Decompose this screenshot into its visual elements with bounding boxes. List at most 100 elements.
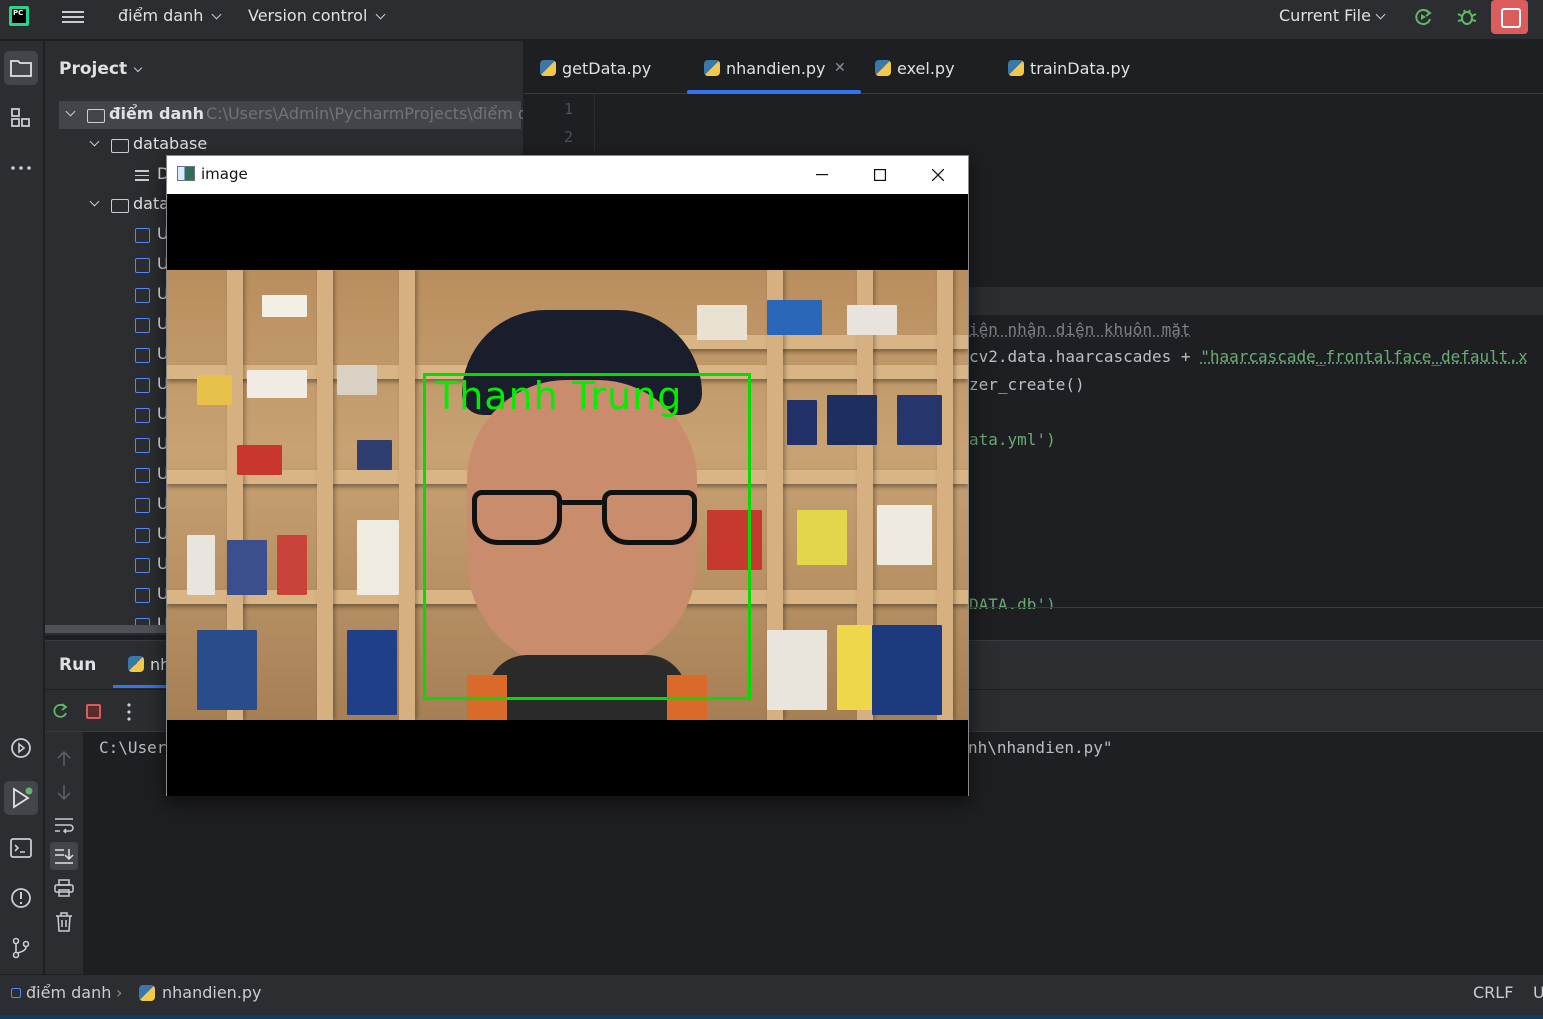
window-app-icon — [177, 166, 195, 181]
python-file-icon — [540, 60, 556, 76]
python-file-icon — [875, 60, 891, 76]
image-file-icon — [135, 438, 150, 453]
line-separator-widget[interactable]: CRLF — [1473, 983, 1513, 1002]
root-path: C:\Users\Admin\PycharmProjects\điểm d — [206, 104, 523, 123]
status-bar: điểm danh › nhandien.py CRLF U — [0, 974, 1543, 1018]
folder-icon — [111, 139, 129, 153]
vcs-label: Version control — [248, 6, 367, 25]
code-line[interactable]: zer_create() — [969, 375, 1085, 394]
stop-icon[interactable] — [86, 704, 101, 719]
image-file-icon — [135, 288, 150, 303]
rerun-icon[interactable] — [1412, 6, 1434, 28]
run-panel-title: Run — [59, 655, 96, 675]
console-output-left[interactable]: C:\User — [99, 738, 166, 757]
active-tab-indicator — [687, 90, 861, 94]
problems-icon — [9, 886, 33, 910]
minimize-button[interactable] — [793, 156, 851, 194]
image-file-icon — [135, 258, 150, 273]
face-detection-box — [423, 373, 751, 700]
breadcrumb-project[interactable]: điểm danh — [26, 983, 111, 1002]
structure-tool-button[interactable] — [4, 101, 38, 135]
code-line[interactable]: ata.yml') — [969, 430, 1056, 449]
code-line[interactable]: iện nhận diện khuôn mặt — [969, 320, 1191, 339]
run-tool-button[interactable] — [4, 781, 38, 815]
terminal-icon — [9, 836, 33, 860]
minimize-icon — [816, 174, 828, 176]
soft-wrap-icon[interactable] — [54, 816, 74, 834]
image-file-icon — [135, 558, 150, 573]
project-tool-button[interactable] — [4, 51, 38, 85]
tab-traindata[interactable]: trainData.py — [1008, 59, 1130, 78]
folder-icon — [111, 199, 129, 213]
image-file-icon — [135, 228, 150, 243]
root-name: điểm danh — [109, 104, 204, 123]
encoding-widget[interactable]: U — [1533, 983, 1543, 1002]
main-menu-icon[interactable] — [62, 8, 84, 26]
code-line[interactable]: cv2.data.haarcascades + "haarcascade_fro… — [969, 347, 1528, 366]
rerun-icon[interactable] — [50, 701, 70, 721]
image-file-icon — [135, 378, 150, 393]
status-bottom-border — [0, 1015, 1543, 1019]
tab-nhandien[interactable]: nhandien.py — [704, 59, 826, 78]
python-file-icon — [1008, 60, 1024, 76]
breadcrumb-file[interactable]: nhandien.py — [162, 983, 262, 1002]
more-vertical-icon[interactable] — [125, 702, 133, 722]
image-window-titlebar[interactable]: image — [167, 156, 968, 194]
terminal-tool-button[interactable] — [4, 831, 38, 865]
tab-exel[interactable]: exel.py — [875, 59, 955, 78]
tree-root[interactable]: điểm danh C:\Users\Admin\PycharmProjects… — [59, 101, 521, 129]
git-tool-button[interactable] — [4, 931, 38, 965]
services-tool-button[interactable] — [4, 731, 38, 765]
chevron-down-icon — [90, 137, 100, 147]
editor-tabs: getData.py nhandien.py ✕ exel.py trainDa… — [524, 41, 1543, 94]
chevron-down-icon — [1376, 10, 1386, 20]
chevron-down-icon — [134, 64, 142, 72]
module-icon — [11, 988, 21, 998]
console-output-right[interactable]: nh\nhandien.py" — [968, 738, 1113, 757]
main-toolbar: PC điểm danh Version control Current Fil… — [0, 0, 1543, 40]
image-file-icon — [135, 348, 150, 363]
image-window[interactable]: image Thanh Trung — [166, 155, 969, 796]
print-icon[interactable] — [54, 879, 74, 897]
stop-button[interactable] — [1491, 0, 1528, 34]
image-file-icon — [135, 588, 150, 603]
problems-tool-button[interactable] — [4, 881, 38, 915]
more-tools-button[interactable] — [4, 151, 38, 185]
tab-getdata[interactable]: getData.py — [540, 59, 651, 78]
camera-frame: Thanh Trung — [167, 194, 968, 796]
run-tab[interactable]: nh — [128, 655, 170, 674]
maximize-button[interactable] — [851, 156, 909, 194]
git-branch-icon — [9, 936, 33, 960]
close-icon — [932, 169, 944, 181]
services-icon — [9, 736, 33, 760]
image-file-icon — [135, 408, 150, 423]
image-file-icon — [135, 468, 150, 483]
debug-icon[interactable] — [1456, 6, 1478, 28]
python-file-icon — [704, 60, 720, 76]
console-side-toolbar — [45, 732, 83, 975]
close-button[interactable] — [909, 156, 967, 194]
trash-icon[interactable] — [55, 912, 73, 932]
project-panel-title[interactable]: Project — [59, 59, 141, 79]
arrow-down-icon[interactable] — [55, 783, 73, 801]
chevron-down-icon — [66, 107, 76, 117]
breadcrumb-separator-icon: › — [116, 983, 122, 1002]
close-tab-icon[interactable]: ✕ — [834, 60, 846, 76]
image-file-icon — [135, 528, 150, 543]
structure-icon — [9, 106, 33, 130]
face-label: Thanh Trung — [435, 374, 682, 418]
pycharm-logo-icon[interactable]: PC — [9, 6, 29, 26]
arrow-up-icon[interactable] — [55, 750, 73, 768]
text-file-icon — [135, 170, 149, 184]
chevron-down-icon — [90, 197, 100, 207]
project-name: điểm danh — [118, 6, 203, 25]
vcs-selector[interactable]: Version control — [248, 6, 384, 25]
folder-icon — [9, 56, 33, 80]
project-selector[interactable]: điểm danh — [118, 6, 220, 25]
chevron-down-icon — [376, 10, 386, 20]
scroll-to-end-button[interactable] — [50, 842, 78, 870]
line-number: 2 — [564, 128, 573, 146]
run-config-selector[interactable]: Current File — [1279, 6, 1384, 25]
image-file-icon — [135, 318, 150, 333]
active-tab-indicator — [113, 685, 173, 688]
